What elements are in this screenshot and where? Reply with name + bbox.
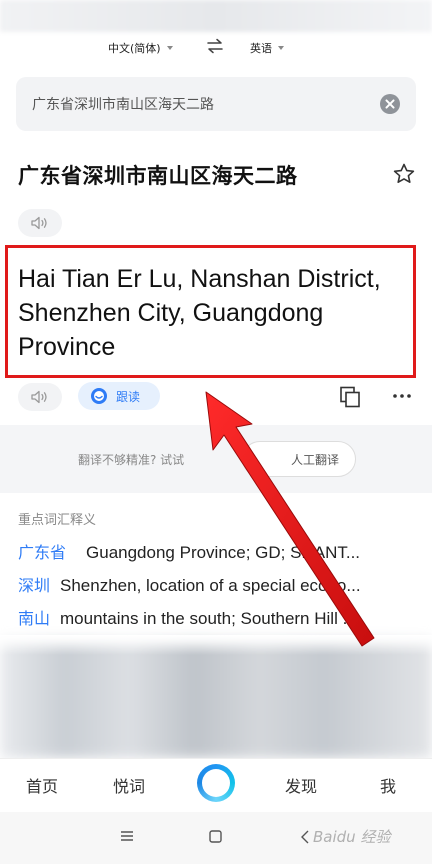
translation-speaker-button[interactable] bbox=[18, 383, 62, 411]
language-bar: 中文(简体) 英语 bbox=[0, 34, 432, 62]
copy-icon[interactable] bbox=[338, 385, 362, 409]
target-language-selector[interactable]: 英语 bbox=[250, 40, 284, 56]
vocab-definition: mountains in the south; Southern Hill ..… bbox=[60, 609, 357, 628]
follow-read-button[interactable]: 跟读 bbox=[78, 382, 160, 410]
vocab-definition: Guangdong Province; GD; SHANT... bbox=[86, 543, 361, 562]
more-icon[interactable] bbox=[390, 384, 414, 408]
vocab-definition: Shenzhen, location of a special econo... bbox=[60, 576, 361, 595]
chevron-down-icon bbox=[166, 46, 173, 50]
vocab-word[interactable]: 南山 bbox=[18, 605, 50, 629]
back-icon[interactable] bbox=[300, 830, 309, 844]
human-translation-button[interactable]: 人工翻译 bbox=[242, 441, 356, 477]
feedback-prompt: 翻译不够精准? 试试 bbox=[78, 453, 185, 467]
human-translation-label: 人工翻译 bbox=[290, 452, 339, 467]
vocab-word[interactable]: 深圳 bbox=[18, 572, 50, 596]
status-bar bbox=[0, 0, 432, 32]
clear-icon[interactable] bbox=[380, 94, 400, 114]
list-item[interactable]: 南山 mountains in the south; Southern Hill… bbox=[18, 605, 418, 629]
follow-read-label: 跟读 bbox=[116, 389, 141, 404]
watermark: Baidu 经验 bbox=[313, 828, 391, 846]
blur-fade bbox=[0, 635, 432, 655]
voice-assistant-icon[interactable] bbox=[197, 764, 235, 802]
nav-home[interactable]: 首页 bbox=[26, 773, 58, 797]
search-input[interactable] bbox=[32, 77, 372, 131]
vocab-word[interactable]: 广东省 bbox=[18, 539, 66, 563]
follow-read-icon bbox=[91, 388, 107, 404]
source-speaker-button[interactable] bbox=[18, 209, 62, 237]
chevron-down-icon bbox=[278, 46, 284, 50]
nav-me[interactable]: 我 bbox=[380, 773, 396, 797]
source-language-selector[interactable]: 中文(简体) bbox=[108, 40, 173, 56]
blurred-ad-banner bbox=[0, 640, 432, 758]
list-item[interactable]: 深圳 Shenzhen, location of a special econo… bbox=[18, 572, 418, 596]
source-text: 广东省深圳市南山区海天二路 bbox=[18, 164, 298, 188]
star-icon[interactable] bbox=[392, 162, 416, 186]
list-item[interactable]: 广东省 Guangdong Province; GD; SHANT... bbox=[18, 539, 418, 563]
speaker-icon bbox=[31, 216, 47, 230]
feedback-band bbox=[0, 425, 432, 493]
source-language-label: 中文(简体) bbox=[108, 42, 161, 55]
bottom-nav: 首页 悦词 发现 我 bbox=[0, 758, 432, 812]
target-language-label: 英语 bbox=[250, 42, 272, 55]
menu-icon[interactable] bbox=[120, 830, 134, 842]
nav-words[interactable]: 悦词 bbox=[113, 773, 145, 797]
speaker-icon bbox=[31, 390, 47, 404]
nav-discover[interactable]: 发现 bbox=[285, 773, 317, 797]
swap-languages-icon[interactable] bbox=[206, 38, 224, 54]
home-square-icon[interactable] bbox=[209, 830, 222, 843]
search-box bbox=[16, 77, 416, 131]
vocab-section-title: 重点词汇释义 bbox=[18, 513, 97, 528]
highlight-box bbox=[5, 245, 416, 378]
